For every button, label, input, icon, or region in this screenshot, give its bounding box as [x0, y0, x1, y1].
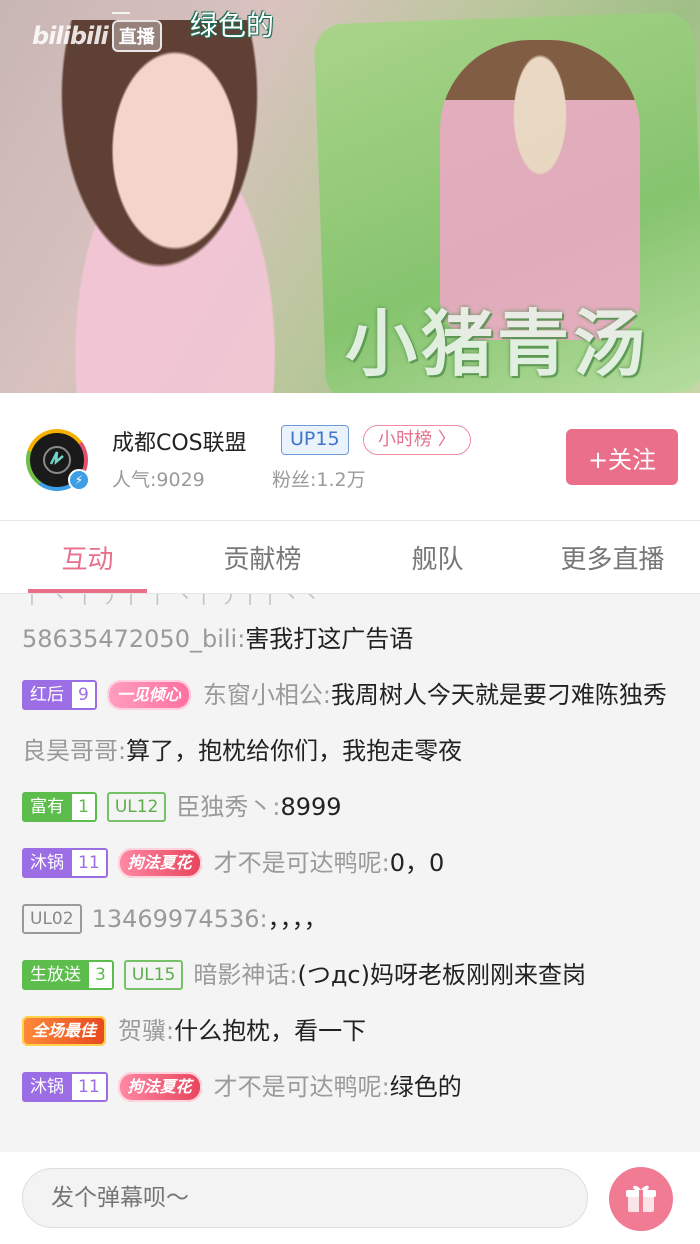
- room-name: 成都COS联盟: [112, 431, 247, 456]
- logo-text: bilibili: [32, 22, 109, 50]
- chat-username[interactable]: 才不是可达鸭呢:: [214, 1068, 390, 1106]
- tv-antenna-icon: [112, 12, 130, 18]
- fan-medal[interactable]: 富有 1: [22, 792, 97, 822]
- list-item: 富有 1 UL12 臣独秀丶: 8999: [22, 788, 678, 826]
- medal-level: 3: [89, 960, 114, 990]
- medal-name: 沐锅: [22, 848, 72, 878]
- pillow-print-text: 小猪青汤: [345, 302, 650, 386]
- tab-more-live[interactable]: 更多直播: [525, 521, 700, 593]
- list-item: 58635472050_bili: 害我打这广告语: [22, 620, 678, 658]
- medal-level: 1: [72, 792, 97, 822]
- bilibili-live-logo: bilibili 直播: [32, 12, 162, 52]
- chat-username[interactable]: 暗影神话:: [193, 956, 297, 994]
- chat-text: 0，0: [389, 849, 445, 877]
- up-level-badge: UP15: [281, 425, 349, 455]
- chat-text: 算了，抱枕给你们，我抱走零夜: [126, 737, 463, 765]
- list-item: 沐锅 11 拘法夏花 才不是可达鸭呢: 0，0: [22, 844, 678, 882]
- chat-text: 什么抱枕，看一下: [174, 1017, 367, 1045]
- chat-username[interactable]: 贺骥:: [118, 1012, 174, 1050]
- gift-icon[interactable]: [609, 1167, 673, 1231]
- hourly-rank-link[interactable]: 小时榜 〉: [363, 425, 471, 455]
- chat-username[interactable]: 13469974536:: [92, 900, 268, 938]
- fan-medal[interactable]: 红后 9: [22, 680, 97, 710]
- partial-message: 丨 丶 丨 丿丨 丨 丶丨 丿丨丨丶丶: [22, 594, 321, 608]
- chat-text: 害我打这广告语: [245, 625, 414, 653]
- chat-username[interactable]: 东窗小相公:: [203, 676, 331, 714]
- medal-level: 11: [72, 848, 108, 878]
- list-item: 红后 9 一见倾心 东窗小相公: 我周树人今天就是要刁难陈独秀: [22, 676, 678, 714]
- lightning-icon: ⚡: [68, 469, 90, 491]
- fan-medal[interactable]: 沐锅 11: [22, 1072, 108, 1102]
- tab-fleet[interactable]: 舰队: [350, 521, 525, 593]
- list-item: 良昊哥哥: 算了，抱枕给你们，我抱走零夜: [22, 732, 678, 770]
- medal-name: 富有: [22, 792, 72, 822]
- fan-medal[interactable]: 沐锅 11: [22, 848, 108, 878]
- chat-username[interactable]: 58635472050_bili:: [22, 620, 245, 658]
- medal-level: 9: [72, 680, 97, 710]
- chat-text: (つдc)妈呀老板刚刚来查岗: [297, 961, 586, 989]
- chat-text: 绿色的: [389, 1073, 462, 1101]
- list-item: 沐锅 11 拘法夏花 才不是可达鸭呢: 绿色的: [22, 1068, 678, 1106]
- bottom-bar: [0, 1152, 700, 1244]
- fan-medal[interactable]: 生放送 3: [22, 960, 114, 990]
- live-label: 直播: [111, 20, 162, 52]
- tab-interaction[interactable]: 互动: [0, 521, 175, 593]
- popularity-count: 人气:9029: [112, 469, 205, 491]
- user-level-badge: UL12: [106, 792, 167, 822]
- title-badge: 全场最佳: [22, 1016, 107, 1046]
- medal-name: 生放送: [22, 960, 89, 990]
- chat-text: 我周树人今天就是要刁难陈独秀: [330, 681, 667, 709]
- danmaku-input[interactable]: [22, 1168, 588, 1228]
- user-level-badge: UL02: [22, 904, 82, 934]
- list-item: 全场最佳 贺骥: 什么抱枕，看一下: [22, 1012, 678, 1050]
- list-item: 生放送 3 UL15 暗影神话: (つдc)妈呀老板刚刚来查岗: [22, 956, 678, 994]
- title-badge: 拘法夏花: [117, 848, 202, 878]
- fans-count: 粉丝:1.2万: [272, 469, 366, 491]
- chat-username[interactable]: 臣独秀丶:: [176, 788, 280, 826]
- streamer-video-frame: [20, 20, 330, 393]
- follow-button[interactable]: +关注: [566, 429, 678, 485]
- chat-username[interactable]: 良昊哥哥:: [22, 732, 126, 770]
- title-badge: 一见倾心: [106, 680, 191, 710]
- live-video-player[interactable]: 小猪青汤 bilibili 直播 绿色的: [0, 0, 700, 393]
- chat-username[interactable]: 才不是可达鸭呢:: [214, 844, 390, 882]
- medal-name: 沐锅: [22, 1072, 72, 1102]
- medal-name: 红后: [22, 680, 72, 710]
- title-badge: 拘法夏花: [117, 1072, 202, 1102]
- user-level-badge: UL15: [123, 960, 184, 990]
- medal-level: 11: [72, 1072, 108, 1102]
- chat-text: ，，，，: [267, 905, 328, 933]
- chat-text: 8999: [280, 793, 342, 821]
- chat-list[interactable]: 丨 丶 丨 丿丨 丨 丶丨 丿丨丨丶丶 58635472050_bili: 害我…: [0, 594, 700, 1152]
- tab-bar: 互动 贡献榜 舰队 更多直播: [0, 520, 700, 594]
- list-item: UL02 13469974536: ，，，，: [22, 900, 678, 938]
- tab-contribution-rank[interactable]: 贡献榜: [175, 521, 350, 593]
- room-info-bar: ⚡ 成都COS联盟 UP15 小时榜 〉 人气:9029 粉丝:1.2万 +关注: [0, 393, 700, 520]
- gift-box-icon: [626, 1185, 656, 1212]
- danmaku-comment: 绿色的: [190, 9, 275, 42]
